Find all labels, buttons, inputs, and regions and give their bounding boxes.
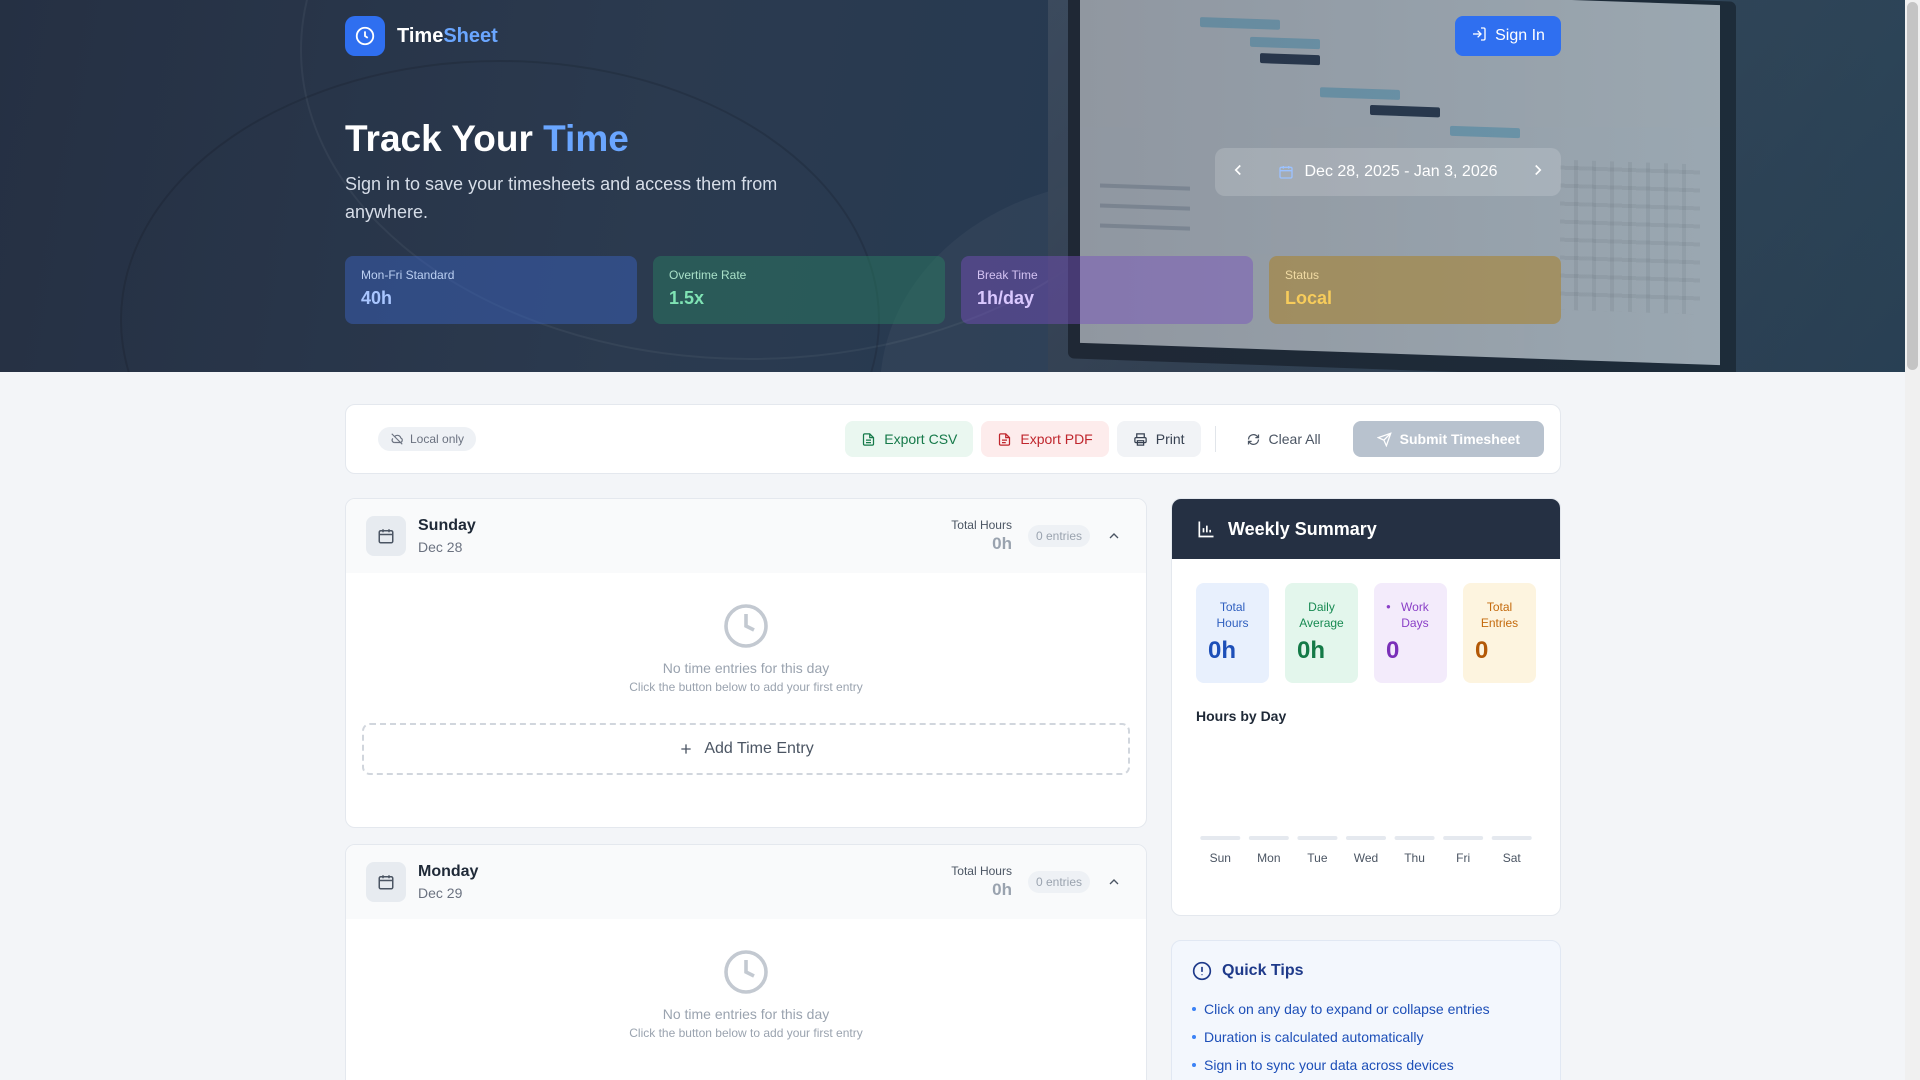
summary-work-days: ● Work Days 0: [1374, 583, 1447, 683]
tick-label-sun: Sun: [1210, 851, 1231, 865]
tick-label-thu: Thu: [1404, 851, 1425, 865]
tick-label-tue: Tue: [1307, 851, 1328, 865]
calendar-icon: [366, 862, 406, 902]
chevron-right-icon[interactable]: [1529, 161, 1547, 184]
bar-chart-icon: [1198, 521, 1214, 538]
stat-standard-hours: Mon-Fri Standard 40h: [345, 256, 637, 324]
bar-wed: [1346, 836, 1386, 840]
chart-title: Hours by Day: [1196, 708, 1287, 724]
summary-daily-average: Daily Average 0h: [1285, 583, 1358, 683]
bar-sun: [1200, 836, 1241, 840]
stat-overtime-rate: Overtime Rate 1.5x: [653, 256, 945, 324]
bar-thu: [1394, 836, 1435, 840]
tick-label-mon: Mon: [1257, 851, 1280, 865]
brand[interactable]: TimeSheet: [345, 16, 498, 56]
page-title: Track Your Time: [345, 118, 629, 159]
login-icon: [1471, 26, 1487, 47]
hero-banner: TimeSheet Sign In Track Your Time Sign i…: [0, 0, 1905, 372]
day-total-hours: Total Hours 0h: [951, 864, 1012, 899]
empty-subtitle: Click the button below to add your first…: [629, 680, 863, 694]
chevron-left-icon[interactable]: [1229, 161, 1247, 184]
day-card-sunday: Sunday Dec 28 Total Hours 0h 0 entries N…: [345, 498, 1147, 828]
tip-item: Duration is calculated automatically: [1192, 1023, 1540, 1051]
quick-tips-panel: Quick Tips Click on any day to expand or…: [1171, 940, 1561, 1080]
day-date: Dec 28: [418, 539, 463, 555]
file-spreadsheet-icon: [863, 432, 875, 446]
day-total-hours: Total Hours 0h: [951, 518, 1012, 553]
alert-circle-icon: [1192, 961, 1212, 981]
clock-icon: [345, 16, 385, 56]
date-range-picker[interactable]: Dec 28, 2025 - Jan 3, 2026: [1278, 163, 1498, 181]
summary-total-hours: Total Hours 0h: [1196, 583, 1269, 683]
sign-in-label: Sign In: [1495, 27, 1545, 44]
bar-tue: [1297, 836, 1338, 840]
local-only-badge: Local only: [378, 427, 477, 451]
week-navigator: Dec 28, 2025 - Jan 3, 2026: [1215, 148, 1561, 196]
hours-by-day-chart: Sun Mon Tue Wed Thu Fri Sat: [1200, 836, 1532, 865]
summary-total-entries: Total Entries 0: [1463, 583, 1536, 683]
clock-icon: [724, 604, 768, 648]
empty-state: No time entries for this day Click the b…: [346, 573, 1146, 723]
printer-icon: [1133, 432, 1147, 446]
refresh-icon: [1247, 433, 1259, 445]
print-button[interactable]: Print: [1116, 421, 1201, 457]
empty-subtitle: Click the button below to add your first…: [629, 1026, 863, 1040]
export-pdf-button[interactable]: Export PDF: [981, 421, 1109, 457]
quick-tips-header: Quick Tips: [1192, 961, 1540, 981]
dot-icon: ●: [1386, 602, 1391, 611]
empty-state: No time entries for this day Click the b…: [346, 919, 1146, 1069]
entries-count-badge: 0 entries: [1027, 525, 1090, 547]
date-range-label: Dec 28, 2025 - Jan 3, 2026: [1304, 163, 1498, 180]
tick-label-wed: Wed: [1354, 851, 1378, 865]
calendar-icon: [366, 516, 406, 556]
tip-item: Click on any day to expand or collapse e…: [1192, 995, 1540, 1023]
stat-status: Status Local: [1269, 256, 1561, 324]
day-name: Sunday: [418, 517, 476, 534]
day-header[interactable]: Sunday Dec 28 Total Hours 0h 0 entries: [346, 499, 1146, 573]
page-subtitle: Sign in to save your timesheets and acce…: [345, 174, 778, 222]
weekly-summary-header: Weekly Summary: [1172, 499, 1560, 559]
calendar-icon: [1279, 166, 1294, 179]
day-header[interactable]: Monday Dec 29 Total Hours 0h 0 entries: [346, 845, 1146, 919]
day-date: Dec 29: [418, 885, 463, 901]
sign-in-button[interactable]: Sign In: [1455, 16, 1561, 56]
tick-label-fri: Fri: [1456, 851, 1470, 865]
clock-icon: [724, 950, 768, 994]
send-icon: [1376, 431, 1392, 447]
clear-all-button[interactable]: Clear All: [1230, 421, 1337, 457]
add-time-entry-button[interactable]: Add Time Entry: [362, 723, 1130, 775]
file-text-icon: [999, 432, 1011, 446]
day-name: Monday: [418, 863, 479, 880]
empty-title: No time entries for this day: [662, 660, 830, 676]
empty-title: No time entries for this day: [662, 1006, 830, 1022]
bar-fri: [1443, 836, 1484, 840]
tip-item: Sign in to sync your data across devices: [1192, 1051, 1540, 1079]
day-card-monday: Monday Dec 29 Total Hours 0h 0 entries N…: [345, 844, 1147, 1080]
bar-mon: [1248, 836, 1289, 840]
scrollbar-thumb[interactable]: [1907, 2, 1918, 370]
entries-count-badge: 0 entries: [1027, 871, 1090, 893]
action-toolbar: Local only Export CSV Export PDF Print C…: [345, 404, 1561, 474]
stat-break-time: Break Time 1h/day: [961, 256, 1253, 324]
toolbar-divider: [1214, 426, 1216, 452]
plus-icon: [681, 744, 691, 754]
chevron-up-icon[interactable]: [1102, 528, 1126, 544]
chevron-up-icon[interactable]: [1102, 874, 1126, 890]
bar-sat: [1491, 836, 1532, 840]
cloud-off-icon: [391, 433, 403, 445]
tick-label-sat: Sat: [1503, 851, 1522, 865]
submit-timesheet-button[interactable]: Submit Timesheet: [1352, 421, 1544, 457]
export-csv-button[interactable]: Export CSV: [845, 421, 974, 457]
brand-name: TimeSheet: [397, 24, 498, 47]
